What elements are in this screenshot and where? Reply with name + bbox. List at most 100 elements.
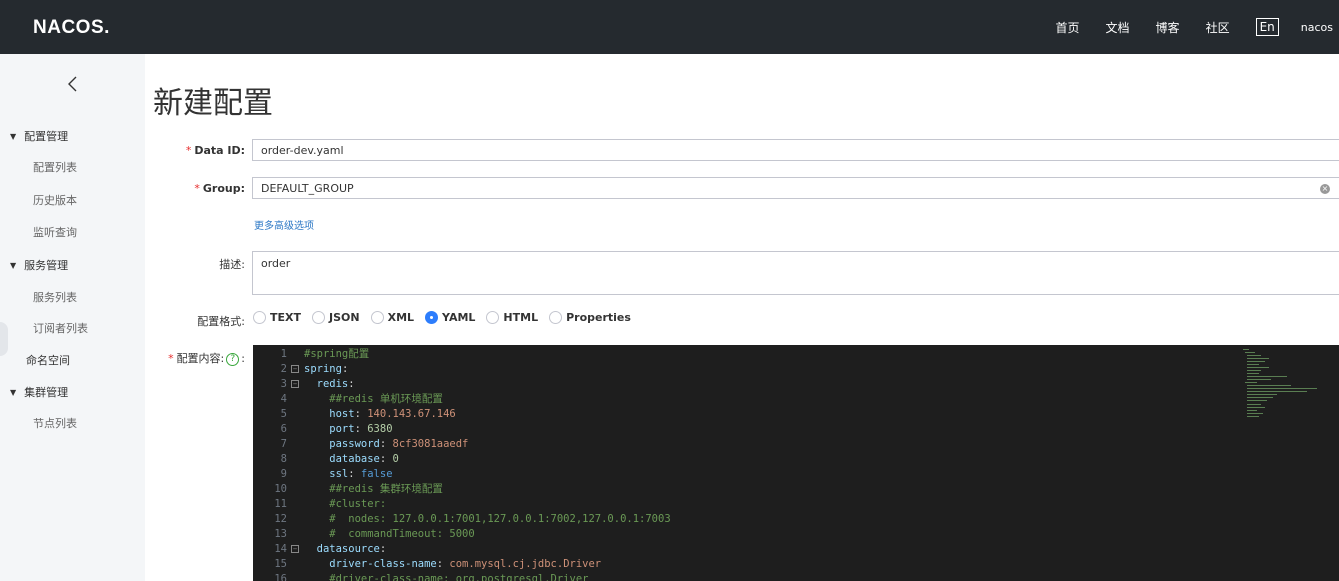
code-line: 16 #driver-class-name: org.postgresql.Dr… [253,572,1339,581]
top-navbar: NACOS. 首页 文档 博客 社区 En nacos [0,0,1339,54]
sidebar-group-label: 服务管理 [24,259,69,272]
code-line: 5 host: 140.143.67.146 [253,407,1339,422]
code-text: driver-class-name: com.mysql.cj.jdbc.Dri… [304,558,602,570]
code-text: #cluster: [304,498,387,510]
radio-icon [549,311,563,324]
line-number: 10 [274,483,287,495]
format-radio-properties[interactable]: Properties [549,311,631,324]
line-number: 11 [274,498,287,510]
code-text: port: 6380 [304,423,393,435]
code-text: ##redis 集群环境配置 [304,483,443,495]
code-text: #spring配置 [304,348,370,360]
code-line: 10 ##redis 集群环境配置 [253,482,1339,497]
code-text: ssl: false [304,468,393,480]
fold-toggle-icon[interactable]: − [291,545,299,553]
code-line: 14− datasource: [253,542,1339,557]
code-line: 7 password: 8cf3081aaedf [253,437,1339,452]
help-icon[interactable]: ? [226,352,240,366]
line-number: 8 [280,453,287,465]
radio-icon [486,311,500,324]
code-text: host: 140.143.67.146 [304,408,456,420]
code-line: 12 # nodes: 127.0.0.1:7001,127.0.0.1:700… [253,512,1339,527]
sidebar-item-namespace[interactable]: 命名空间 [26,352,70,368]
format-radio-xml[interactable]: XML [370,311,414,324]
sidebar-group-label: 配置管理 [24,130,69,143]
sidebar-item-listener[interactable]: 监听查询 [33,224,77,240]
nav-home[interactable]: 首页 [1056,19,1080,36]
user-menu[interactable]: nacos [1301,21,1333,34]
page-title: 新建配置 [153,86,273,121]
sidebar-toggle-handle[interactable] [0,322,8,356]
code-text: #driver-class-name: org.postgresql.Drive… [304,573,589,581]
group-input[interactable]: DEFAULT_GROUP × [252,177,1339,199]
code-text: datasource: [304,543,387,555]
editor-minimap[interactable] [1243,349,1333,429]
format-label: 配置格式: [197,315,245,328]
code-editor[interactable]: 1 #spring配置 2− spring: 3− redis: 4 ##redis 单机… [253,345,1339,581]
advanced-options-link[interactable]: 更多高级选项 [254,217,314,232]
format-radio-yaml[interactable]: YAML [425,311,475,324]
line-number: 5 [280,408,287,420]
format-radio-text[interactable]: TEXT [253,311,301,324]
line-number: 15 [274,558,287,570]
caret-down-icon: ▼ [10,260,17,270]
caret-down-icon: ▼ [10,387,17,397]
code-line: 4 ##redis 单机环境配置 [253,392,1339,407]
code-line: 6 port: 6380 [253,422,1339,437]
top-nav: 首页 文档 博客 社区 En nacos [1056,0,1339,54]
clear-icon[interactable]: × [1320,184,1330,194]
format-radio-json[interactable]: JSON [312,311,360,324]
code-line: 11 #cluster: [253,497,1339,512]
nav-blog[interactable]: 博客 [1156,19,1180,36]
description-textarea[interactable]: order [252,251,1339,295]
sidebar-group-label: 集群管理 [24,386,69,399]
code-line: 8 database: 0 [253,452,1339,467]
code-text: ##redis 单机环境配置 [304,393,443,405]
chevron-left-icon[interactable] [66,74,80,94]
line-number: 12 [274,513,287,525]
sidebar-item-nodes[interactable]: 节点列表 [33,415,77,431]
radio-icon [370,311,384,324]
code-text: # nodes: 127.0.0.1:7001,127.0.0.1:7002,1… [304,513,671,525]
sidebar-item-config-list[interactable]: 配置列表 [33,159,77,175]
description-label: 描述: [219,258,245,271]
sidebar-item-service-list[interactable]: 服务列表 [33,289,77,305]
format-radio-html[interactable]: HTML [486,311,538,324]
nav-docs[interactable]: 文档 [1106,19,1130,36]
code-line: 2− spring: [253,362,1339,377]
sidebar-group-config[interactable]: ▼ 配置管理 [10,128,68,144]
line-number: 9 [280,468,287,480]
code-line: 1 #spring配置 [253,347,1339,362]
sidebar-group-service[interactable]: ▼ 服务管理 [10,257,68,273]
line-number: 2 [280,363,287,375]
data-id-label: * Data ID: [185,144,245,157]
line-number: 3 [280,378,287,390]
code-line: 15 driver-class-name: com.mysql.cj.jdbc.… [253,557,1339,572]
line-number: 13 [274,528,287,540]
fold-toggle-icon[interactable]: − [291,365,299,373]
caret-down-icon: ▼ [10,131,17,141]
line-number: 6 [280,423,287,435]
language-switch[interactable]: En [1255,18,1279,36]
sidebar-item-subscribers[interactable]: 订阅者列表 [33,320,88,336]
code-line: 13 # commandTimeout: 5000 [253,527,1339,542]
code-text: redis: [304,378,355,390]
code-line: 9 ssl: false [253,467,1339,482]
nacos-logo[interactable]: NACOS. [33,17,110,39]
line-number: 7 [280,438,287,450]
sidebar-item-history[interactable]: 历史版本 [33,192,77,208]
group-label: * Group: [194,182,245,195]
sidebar-group-cluster[interactable]: ▼ 集群管理 [10,384,68,400]
nav-community[interactable]: 社区 [1206,19,1230,36]
line-number: 14 [274,543,287,555]
fold-toggle-icon[interactable]: − [291,380,299,388]
group-input-value: DEFAULT_GROUP [261,181,354,195]
data-id-input[interactable]: order-dev.yaml [252,139,1339,161]
sidebar: ▼ 配置管理 配置列表 历史版本 监听查询 ▼ 服务管理 服务列表 订阅者列表 … [0,54,145,581]
format-radio-group: TEXT JSON XML YAML HTML Properties [253,311,642,324]
radio-checked-icon [425,311,439,324]
code-text: password: 8cf3081aaedf [304,438,469,450]
content-label: * 配置内容:?: [168,352,245,366]
code-text: # commandTimeout: 5000 [304,528,475,540]
code-text: database: 0 [304,453,399,465]
